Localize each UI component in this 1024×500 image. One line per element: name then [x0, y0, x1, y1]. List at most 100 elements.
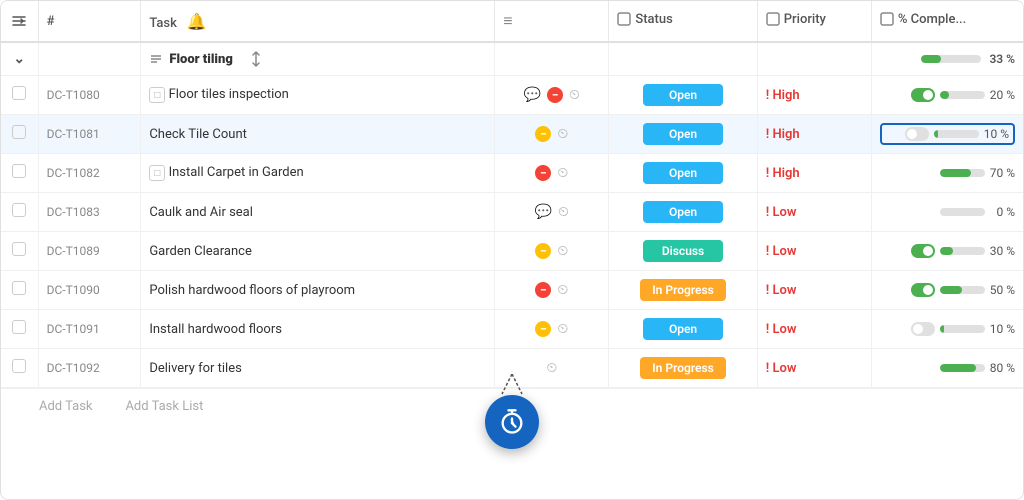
clock-icon[interactable]: ⏲: [569, 87, 580, 103]
task-progress-fill: [940, 286, 963, 294]
group-chevron[interactable]: ⌄: [13, 51, 25, 67]
row-checkbox-cell[interactable]: [1, 232, 38, 271]
task-row: DC-T1092Delivery for tiles⏲In Progress! …: [1, 349, 1023, 388]
clock-icon[interactable]: ⏲: [557, 321, 568, 337]
complete-progress-wrap: 80 %: [880, 361, 1015, 375]
expand-icon[interactable]: □: [149, 165, 165, 181]
status-badge[interactable]: Open: [643, 318, 723, 340]
row-checkbox[interactable]: [12, 242, 26, 256]
row-checkbox-cell[interactable]: [1, 115, 38, 154]
task-progress-bar: [940, 325, 985, 333]
task-row: DC-T1089Garden Clearance−⏲Discuss! Low30…: [1, 232, 1023, 271]
task-status-cell[interactable]: Open: [609, 193, 757, 232]
row-checkbox[interactable]: [12, 359, 26, 373]
col-complete-header: % Comple...: [871, 1, 1023, 42]
task-name-cell: Install hardwood floors: [141, 310, 495, 349]
task-status-cell[interactable]: Open: [609, 115, 757, 154]
complete-progress-wrap: 30 %: [880, 244, 1015, 258]
task-id: DC-T1082: [38, 154, 141, 193]
task-priority-cell: ! High: [757, 154, 871, 193]
priority-col-icon: [766, 12, 780, 26]
row-checkbox[interactable]: [12, 320, 26, 334]
add-task-list-button[interactable]: Add Task List: [125, 399, 203, 414]
task-name-cell: □ Floor tiles inspection: [141, 76, 495, 115]
task-status-cell[interactable]: Open: [609, 76, 757, 115]
progress-toggle[interactable]: [911, 88, 935, 102]
progress-toggle[interactable]: [905, 127, 929, 141]
priority-value: ! High: [766, 88, 800, 103]
minus-icon[interactable]: −: [535, 126, 551, 142]
clock-icon[interactable]: ⏲: [557, 126, 568, 142]
row-checkbox-cell[interactable]: [1, 310, 38, 349]
task-icons-cell: −⏲: [495, 232, 609, 271]
progress-toggle[interactable]: [911, 283, 935, 297]
group-priority-cell: [757, 42, 871, 76]
add-task-button[interactable]: Add Task: [39, 399, 93, 414]
status-badge[interactable]: Open: [643, 201, 723, 223]
chat-icon[interactable]: 💬: [524, 87, 541, 103]
priority-exclaim-icon: !: [766, 166, 773, 181]
task-name-cell: Delivery for tiles: [141, 349, 495, 388]
row-checkbox-cell[interactable]: [1, 154, 38, 193]
task-progress-bar: [940, 247, 985, 255]
row-checkbox-cell[interactable]: [1, 193, 38, 232]
floating-timer-button[interactable]: [485, 395, 539, 449]
collapse-all-header[interactable]: [1, 1, 38, 42]
clock-icon[interactable]: ⏲: [557, 243, 568, 259]
task-row: DC-T1081Check Tile Count−⏲Open! High10 %: [1, 115, 1023, 154]
task-icons-cell: −⏲: [495, 271, 609, 310]
row-checkbox[interactable]: [12, 281, 26, 295]
group-complete-cell: 33 %: [871, 42, 1023, 76]
row-checkbox[interactable]: [12, 86, 26, 100]
col-task-header: Task 🔔: [141, 1, 495, 42]
minus-icon[interactable]: −: [535, 165, 551, 181]
status-badge[interactable]: Open: [643, 162, 723, 184]
clock-icon[interactable]: ⏲: [557, 165, 568, 181]
task-complete-cell: 50 %: [871, 271, 1023, 310]
task-name-cell: Check Tile Count: [141, 115, 495, 154]
clock-icon[interactable]: ⏲: [557, 282, 568, 298]
task-row: DC-T1082□ Install Carpet in Garden−⏲Open…: [1, 154, 1023, 193]
status-badge[interactable]: In Progress: [640, 357, 726, 379]
clock-icon[interactable]: ⏲: [546, 360, 557, 376]
row-checkbox[interactable]: [12, 125, 26, 139]
priority-value: ! Low: [766, 361, 797, 376]
row-checkbox[interactable]: [12, 164, 26, 178]
task-status-cell[interactable]: Open: [609, 154, 757, 193]
task-status-cell[interactable]: Open: [609, 310, 757, 349]
status-badge[interactable]: Open: [643, 123, 723, 145]
group-sort-icon[interactable]: [248, 51, 264, 67]
task-complete-cell: 0 %: [871, 193, 1023, 232]
row-checkbox[interactable]: [12, 203, 26, 217]
task-row: DC-T1090Polish hardwood floors of playro…: [1, 271, 1023, 310]
minus-icon[interactable]: −: [547, 87, 563, 103]
minus-icon[interactable]: −: [535, 282, 551, 298]
task-name: Garden Clearance: [149, 244, 252, 259]
priority-exclaim-icon: !: [766, 88, 773, 103]
row-checkbox-cell[interactable]: [1, 271, 38, 310]
group-toggle[interactable]: ⌄: [1, 42, 38, 76]
expand-icon[interactable]: □: [149, 87, 165, 103]
row-checkbox-cell[interactable]: [1, 349, 38, 388]
status-badge[interactable]: In Progress: [640, 279, 726, 301]
add-task-separator: [106, 399, 112, 414]
status-badge[interactable]: Open: [643, 84, 723, 106]
task-status-cell[interactable]: In Progress: [609, 349, 757, 388]
priority-exclaim-icon: !: [766, 244, 773, 259]
row-checkbox-cell[interactable]: [1, 76, 38, 115]
task-status-cell[interactable]: Discuss: [609, 232, 757, 271]
task-progress-label: 30 %: [990, 244, 1015, 258]
priority-value: ! High: [766, 127, 800, 142]
task-status-cell[interactable]: In Progress: [609, 271, 757, 310]
chat-icon[interactable]: 💬: [535, 204, 552, 220]
progress-toggle[interactable]: [911, 244, 935, 258]
task-priority-cell: ! Low: [757, 271, 871, 310]
task-complete-cell: 70 %: [871, 154, 1023, 193]
minus-icon[interactable]: −: [535, 243, 551, 259]
clock-icon[interactable]: ⏲: [558, 204, 569, 220]
progress-toggle[interactable]: [911, 322, 935, 336]
complete-progress-wrap: 10 %: [880, 123, 1015, 145]
minus-icon[interactable]: −: [535, 321, 551, 337]
status-badge[interactable]: Discuss: [643, 240, 723, 262]
task-progress-fill: [940, 91, 949, 99]
